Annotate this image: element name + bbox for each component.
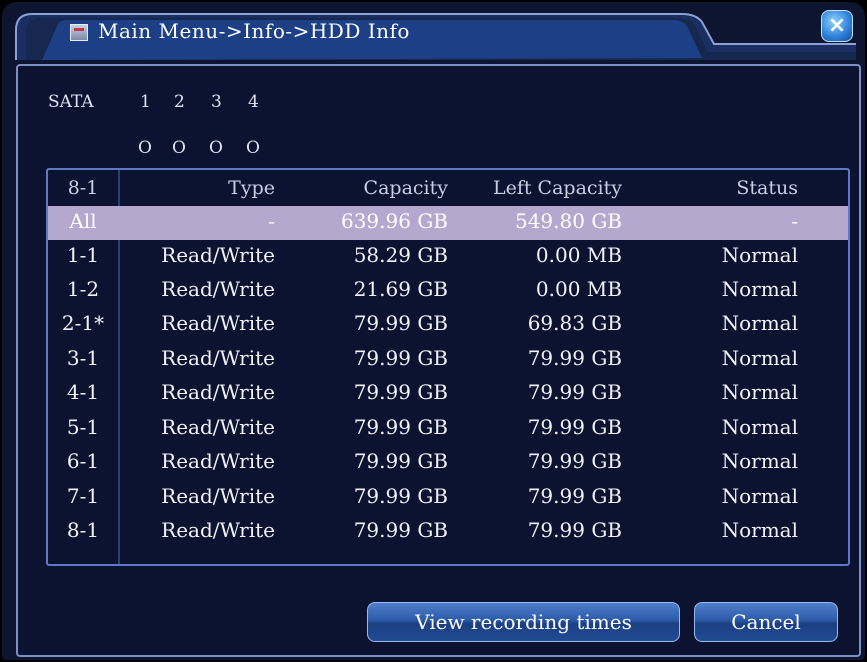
table-row[interactable]: 2-1* Read/Write 79.99 GB 69.83 GB Normal [48,308,848,342]
row-status: Normal [721,277,798,301]
row-id: 7-1 [66,484,100,508]
row-type: Read/Write [161,518,275,542]
row-capacity: 79.99 GB [353,380,448,404]
table-row[interactable]: 7-1 Read/Write 79.99 GB 79.99 GB Normal [48,481,848,515]
sata-label: SATA [48,92,94,112]
table-row[interactable]: 3-1 Read/Write 79.99 GB 79.99 GB Normal [48,343,848,377]
table-row[interactable]: 1-1 Read/Write 58.29 GB 0.00 MB Normal [48,240,848,274]
row-id: 5-1 [66,415,100,439]
row-type: Read/Write [161,449,275,473]
row-status: Normal [721,346,798,370]
row-capacity: 79.99 GB [353,311,448,335]
sata-indicator-1: O [138,138,152,158]
row-type: Read/Write [161,346,275,370]
header-id: 8-1 [67,177,99,199]
header-status: Status [736,177,798,199]
row-status: Normal [721,449,798,473]
header-left-capacity: Left Capacity [492,177,622,199]
hdd-table[interactable]: 8-1 Type Capacity Left Capacity Status A… [46,168,850,566]
row-left-capacity: 79.99 GB [527,484,622,508]
row-type: Read/Write [161,380,275,404]
row-left-capacity: 79.99 GB [527,415,622,439]
row-type: Read/Write [161,415,275,439]
row-capacity: 79.99 GB [353,415,448,439]
table-row[interactable]: 8-1 Read/Write 79.99 GB 79.99 GB Normal [48,515,848,549]
table-row[interactable]: 1-2 Read/Write 21.69 GB 0.00 MB Normal [48,274,848,308]
row-id: All [69,209,97,233]
row-capacity: 58.29 GB [353,243,448,267]
sata-indicator-4: O [246,138,260,158]
view-recording-times-button[interactable]: View recording times [367,602,680,642]
row-capacity: 79.99 GB [353,484,448,508]
row-left-capacity: 0.00 MB [535,243,622,267]
row-capacity: 21.69 GB [353,277,448,301]
row-id: 2-1* [61,311,105,335]
title-bar: Main Menu->Info->HDD Info × [2,2,865,60]
row-capacity: 79.99 GB [353,518,448,542]
row-type: Read/Write [161,484,275,508]
row-status: Normal [721,380,798,404]
table-row[interactable]: 4-1 Read/Write 79.99 GB 79.99 GB Normal [48,377,848,411]
row-left-capacity: 79.99 GB [527,346,622,370]
hdd-info-icon [70,24,88,41]
row-type: Read/Write [161,243,275,267]
row-status: Normal [721,311,798,335]
row-id: 8-1 [66,518,100,542]
table-row[interactable]: All - 639.96 GB 549.80 GB - [48,206,848,240]
table-row[interactable]: 6-1 Read/Write 79.99 GB 79.99 GB Normal [48,446,848,480]
row-capacity: 79.99 GB [353,346,448,370]
row-type: Read/Write [161,311,275,335]
row-status: Normal [721,518,798,542]
header-type: Type [228,177,275,199]
row-status: Normal [721,243,798,267]
row-left-capacity: 79.99 GB [527,518,622,542]
hdd-info-window: Main Menu->Info->HDD Info × SATA 1 2 3 4… [2,2,865,660]
cancel-button[interactable]: Cancel [694,602,838,642]
content-panel: SATA 1 2 3 4 O O O O 8-1 Type Capacity L… [16,64,861,657]
row-id: 1-2 [66,277,100,301]
sata-port-1: 1 [140,92,151,112]
row-status: Normal [721,484,798,508]
row-left-capacity: 79.99 GB [527,380,622,404]
row-capacity: 79.99 GB [353,449,448,473]
close-icon: × [827,13,847,38]
row-id: 3-1 [66,346,100,370]
sata-port-3: 3 [211,92,222,112]
row-status: Normal [721,415,798,439]
row-left-capacity: 79.99 GB [527,449,622,473]
table-row[interactable]: 5-1 Read/Write 79.99 GB 79.99 GB Normal [48,412,848,446]
sata-indicator-3: O [209,138,223,158]
sata-port-4: 4 [248,92,259,112]
row-left-capacity: 69.83 GB [527,311,622,335]
row-id: 1-1 [66,243,100,267]
row-status: - [791,209,798,233]
row-capacity: 639.96 GB [340,209,448,233]
row-left-capacity: 0.00 MB [535,277,622,301]
sata-port-2: 2 [174,92,185,112]
sata-indicator-2: O [172,138,186,158]
row-id: 4-1 [66,380,100,404]
header-capacity: Capacity [363,177,448,199]
row-left-capacity: 549.80 GB [514,209,622,233]
row-type: - [268,209,275,233]
close-button[interactable]: × [821,10,853,42]
window-title: Main Menu->Info->HDD Info [98,19,410,43]
row-type: Read/Write [161,277,275,301]
row-id: 6-1 [66,449,100,473]
table-header: 8-1 Type Capacity Left Capacity Status [48,174,848,206]
